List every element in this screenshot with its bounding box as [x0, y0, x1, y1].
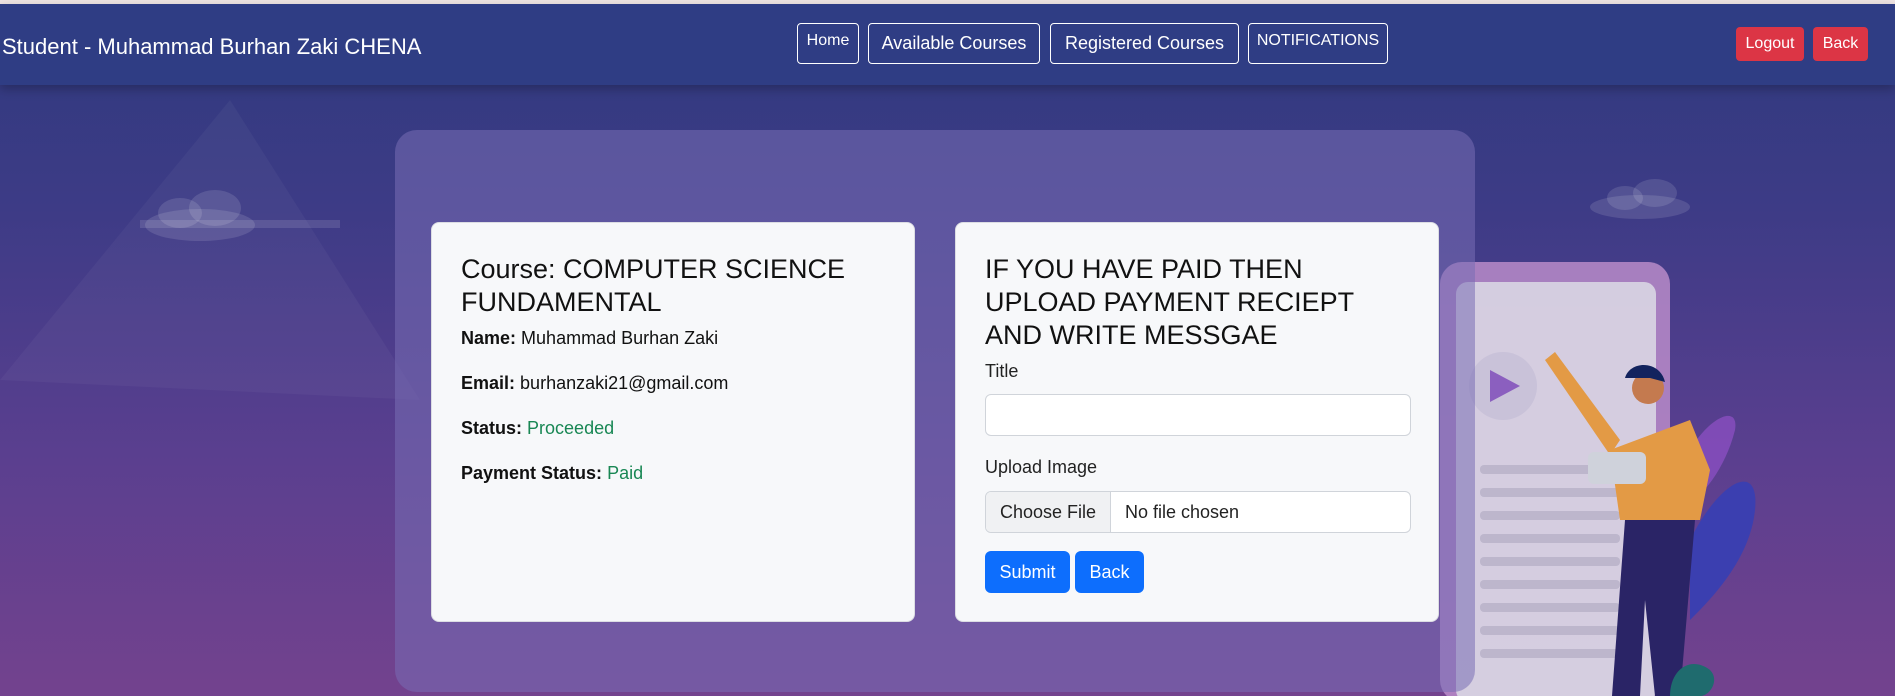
upload-image-label: Upload Image: [985, 457, 1098, 477]
nav-registered-courses-button[interactable]: Registered Courses: [1050, 23, 1239, 64]
course-title: Course: COMPUTER SCIENCE FUNDAMENTAL: [461, 254, 846, 317]
no-file-text: No file chosen: [1125, 501, 1240, 522]
upload-heading: IF YOU HAVE PAID THEN UPLOAD PAYMENT REC…: [985, 254, 1354, 350]
file-input[interactable]: Choose File No file chosen: [985, 491, 1411, 533]
nav-notifications-button[interactable]: NOTIFICATIONS: [1248, 23, 1388, 64]
name-label: Name:: [461, 328, 517, 348]
title-label: Title: [985, 361, 1019, 381]
choose-file-button[interactable]: Choose File: [986, 492, 1111, 532]
mountain-shape: [0, 100, 420, 400]
upload-card: IF YOU HAVE PAID THEN UPLOAD PAYMENT REC…: [955, 222, 1439, 622]
logout-button[interactable]: Logout: [1736, 27, 1804, 61]
nav-home-button[interactable]: Home: [797, 23, 859, 64]
payment-status-row: Payment Status: Paid: [461, 463, 643, 484]
name-row: Name: Muhammad Burhan Zaki: [461, 328, 718, 349]
status-value: Proceeded: [527, 418, 615, 438]
nav-available-courses-button[interactable]: Available Courses: [868, 23, 1040, 64]
status-label: Status:: [461, 418, 523, 438]
navbar-brand: Student - Muhammad Burhan Zaki CHENA: [2, 34, 422, 59]
form-back-button[interactable]: Back: [1075, 551, 1144, 593]
nav-back-button[interactable]: Back: [1813, 27, 1868, 61]
payment-status-value: Paid: [607, 463, 644, 483]
payment-status-label: Payment Status:: [461, 463, 603, 483]
title-input[interactable]: [985, 394, 1411, 436]
course-card: Course: COMPUTER SCIENCE FUNDAMENTAL Nam…: [431, 222, 915, 622]
navbar: Student - Muhammad Burhan Zaki CHENA Hom…: [0, 4, 1895, 85]
submit-button[interactable]: Submit: [985, 551, 1070, 593]
name-value: Muhammad Burhan Zaki: [521, 328, 719, 348]
email-label: Email:: [461, 373, 516, 393]
email-row: Email: burhanzaki21@gmail.com: [461, 373, 728, 394]
cloud-right-icon: [1590, 179, 1690, 219]
status-row: Status: Proceeded: [461, 418, 614, 439]
email-value: burhanzaki21@gmail.com: [520, 373, 729, 393]
